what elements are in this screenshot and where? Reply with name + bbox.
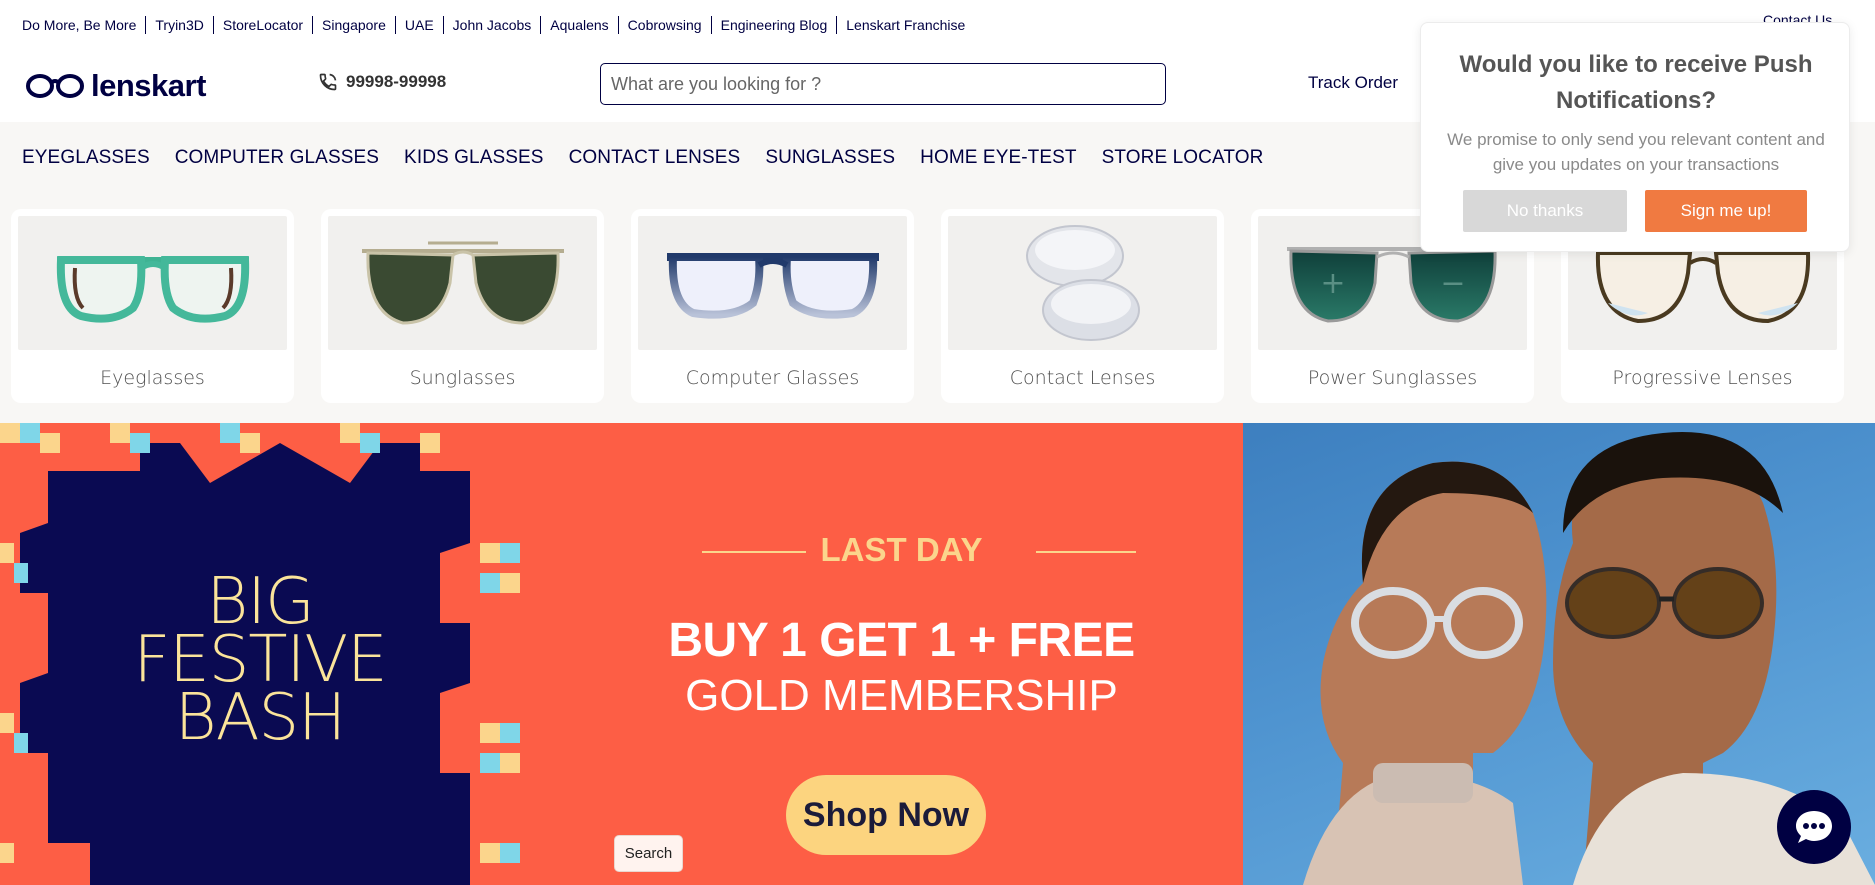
top-link-cobrowsing[interactable]: Cobrowsing — [619, 16, 712, 34]
chat-button[interactable] — [1777, 790, 1851, 864]
phone-icon — [319, 73, 337, 91]
category-label: Contact Lenses — [1009, 367, 1156, 389]
svg-text:−: − — [1440, 266, 1465, 301]
top-link-tryin3d[interactable]: Tryin3D — [146, 16, 214, 34]
top-link-storelocator[interactable]: StoreLocator — [214, 16, 314, 34]
category-image — [18, 216, 287, 350]
nav-item-store-locator[interactable]: STORE LOCATOR — [1102, 147, 1264, 169]
category-image — [638, 216, 907, 350]
svg-text:+: + — [1320, 266, 1345, 301]
top-link-john-jacobs[interactable]: John Jacobs — [444, 16, 542, 34]
top-link-singapore[interactable]: Singapore — [313, 16, 396, 34]
chat-icon — [1796, 811, 1832, 843]
last-day-label: LAST DAY — [820, 531, 983, 568]
contact-lenses-icon — [1025, 225, 1140, 341]
category-card-contact-lenses[interactable]: Contact Lenses — [941, 209, 1224, 403]
category-image — [328, 216, 597, 350]
top-link-engineering-blog[interactable]: Engineering Blog — [712, 16, 838, 34]
eyeglasses-icon — [56, 256, 249, 323]
nav-item-home-eye-test[interactable]: HOME EYE-TEST — [920, 147, 1076, 169]
logo-glasses-icon — [26, 74, 84, 98]
offer-headline: BUY 1 GET 1 + FREE — [668, 614, 1135, 667]
banner-pattern-panel: BIG FESTIVE BASH — [0, 423, 560, 885]
top-links: Do More, Be More Tryin3D StoreLocator Si… — [22, 16, 974, 34]
divider-line-right — [1036, 551, 1136, 553]
top-link-uae[interactable]: UAE — [396, 16, 444, 34]
banner-title-line3: BASH — [174, 681, 346, 755]
popup-description: We promise to only send you relevant con… — [1447, 130, 1825, 174]
category-card-computer-glasses[interactable]: Computer Glasses — [631, 209, 914, 403]
phone-number[interactable]: 99998-99998 — [318, 72, 446, 92]
top-link-aqualens[interactable]: Aqualens — [541, 16, 619, 34]
category-label: Power Sunglasses — [1307, 367, 1478, 389]
popup-title: Would you like to receive Push Notificat… — [1459, 51, 1813, 114]
nav-item-sunglasses[interactable]: SUNGLASSES — [765, 147, 895, 169]
computer-glasses-icon — [666, 253, 879, 319]
sunglasses-icon — [361, 241, 564, 325]
hero-banner[interactable]: BIG FESTIVE BASH LAST DAY BUY 1 GET 1 + … — [0, 423, 1875, 885]
category-label: Computer Glasses — [685, 367, 860, 389]
logo-text: lenskart — [91, 68, 206, 103]
floating-search-button[interactable]: Search — [614, 835, 683, 872]
offer-subheadline: GOLD MEMBERSHIP — [685, 671, 1118, 720]
nav-item-kids-glasses[interactable]: KIDS GLASSES — [404, 147, 544, 169]
nav-item-eyeglasses[interactable]: EYEGLASSES — [22, 147, 150, 169]
banner-title: BIG FESTIVE BASH — [40, 570, 480, 755]
no-thanks-button[interactable]: No thanks — [1463, 190, 1627, 232]
nav-item-computer-glasses[interactable]: COMPUTER GLASSES — [175, 147, 379, 169]
track-order-link[interactable]: Track Order — [1308, 73, 1398, 93]
lenskart-logo[interactable]: lenskart — [24, 68, 206, 104]
sign-me-up-button[interactable]: Sign me up! — [1645, 190, 1807, 232]
shop-now-button[interactable]: Shop Now — [786, 775, 986, 855]
category-card-eyeglasses[interactable]: Eyeglasses — [11, 209, 294, 403]
category-label: Sunglasses — [409, 367, 516, 389]
push-notification-popup: Would you like to receive Push Notificat… — [1420, 22, 1850, 252]
banner-offer-panel: LAST DAY BUY 1 GET 1 + FREE GOLD MEMBERS… — [560, 423, 1243, 885]
top-link-franchise[interactable]: Lenskart Franchise — [837, 16, 974, 34]
search-input[interactable] — [600, 63, 1166, 105]
category-label: Progressive Lenses — [1612, 367, 1793, 389]
top-link-do-more[interactable]: Do More, Be More — [22, 16, 147, 34]
category-image — [948, 216, 1217, 350]
category-card-sunglasses[interactable]: Sunglasses — [321, 209, 604, 403]
category-label: Eyeglasses — [100, 367, 205, 389]
phone-number-text: 99998-99998 — [346, 72, 447, 91]
nav-item-contact-lenses[interactable]: CONTACT LENSES — [569, 147, 741, 169]
